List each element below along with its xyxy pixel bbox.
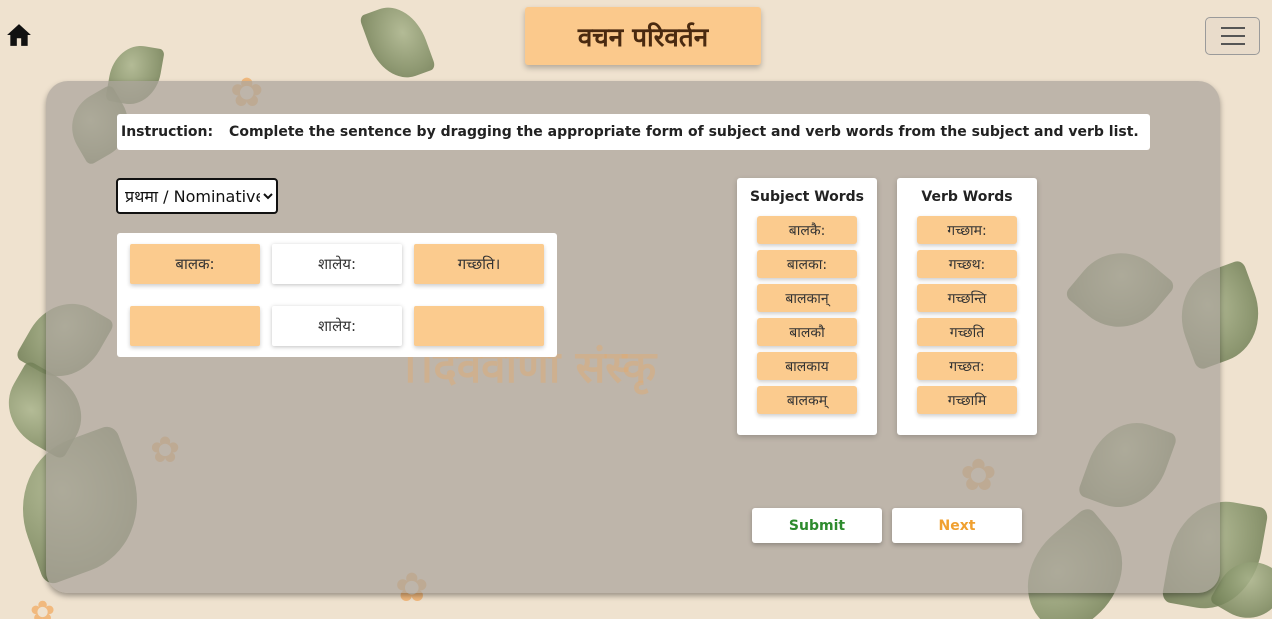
verb-words-heading: Verb Words bbox=[921, 189, 1013, 205]
subject-word-chip[interactable]: बालकै: bbox=[757, 216, 857, 244]
sentence-box: बालक: शालेय: गच्छति। शालेय: bbox=[117, 233, 557, 357]
hamburger-menu-icon bbox=[1220, 27, 1245, 29]
home-icon bbox=[7, 24, 31, 46]
instruction-label: Instruction: bbox=[121, 124, 214, 140]
verb-word-list: Verb Words गच्छाम: गच्छथ: गच्छन्ति गच्छत… bbox=[897, 178, 1037, 435]
hamburger-menu-button[interactable] bbox=[1205, 17, 1260, 55]
subject-word-chip[interactable]: बालकौ bbox=[757, 318, 857, 346]
verb-drop-slot-2[interactable] bbox=[414, 306, 544, 346]
home-button[interactable] bbox=[6, 22, 32, 48]
verb-word-chip[interactable]: गच्छामि bbox=[917, 386, 1017, 414]
verb-word-chip[interactable]: गच्छथ: bbox=[917, 250, 1017, 278]
subject-words-heading: Subject Words bbox=[749, 189, 865, 205]
subject-word-chip[interactable]: बालकाय bbox=[757, 352, 857, 380]
verb-slot-1[interactable]: गच्छति। bbox=[414, 244, 544, 284]
subject-word-list: Subject Words बालकै: बालका: बालकान् बालक… bbox=[737, 178, 877, 435]
subject-slot-1[interactable]: बालक: bbox=[130, 244, 260, 284]
next-button[interactable]: Next bbox=[892, 508, 1022, 543]
object-word-2: शालेय: bbox=[272, 306, 402, 346]
verb-word-chip[interactable]: गच्छन्ति bbox=[917, 284, 1017, 312]
verb-word-chip[interactable]: गच्छत: bbox=[917, 352, 1017, 380]
subject-drop-slot-2[interactable] bbox=[130, 306, 260, 346]
verb-word-chip[interactable]: गच्छति bbox=[917, 318, 1017, 346]
verb-word-chip[interactable]: गच्छाम: bbox=[917, 216, 1017, 244]
object-word-1: शालेय: bbox=[272, 244, 402, 284]
submit-button[interactable]: Submit bbox=[752, 508, 882, 543]
subject-word-chip[interactable]: बालकान् bbox=[757, 284, 857, 312]
subject-word-chip[interactable]: बालकम् bbox=[757, 386, 857, 414]
instruction-text: Complete the sentence by dragging the ap… bbox=[229, 124, 1139, 140]
case-select[interactable]: प्रथमा / Nominative bbox=[116, 178, 278, 214]
instruction-bar: Instruction: Complete the sentence by dr… bbox=[117, 114, 1150, 150]
subject-word-chip[interactable]: बालका: bbox=[757, 250, 857, 278]
page-title: वचन परिवर्तन bbox=[525, 7, 761, 65]
